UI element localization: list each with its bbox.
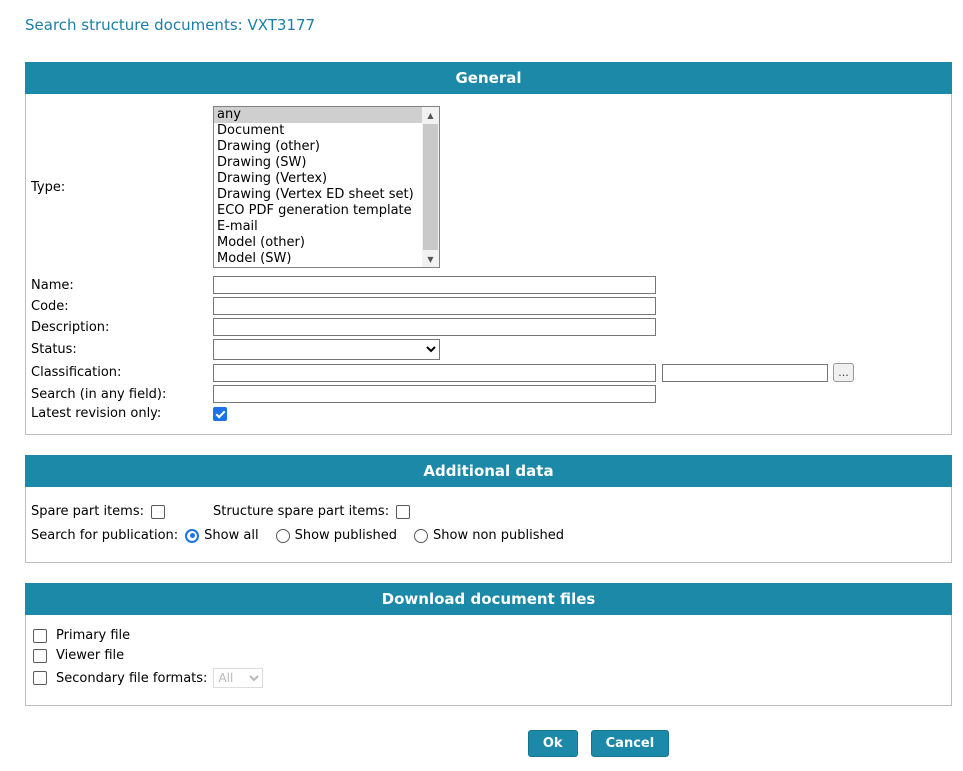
search-any-field-label: Search (in any field): [31, 387, 213, 402]
scrollbar-thumb[interactable] [423, 124, 438, 250]
latest-revision-label: Latest revision only: [31, 406, 213, 421]
type-listbox[interactable]: any Document Drawing (other) Drawing (SW… [213, 106, 440, 268]
download-files-section: Download document files Primary file Vie… [25, 583, 952, 706]
action-buttons: Ok Cancel [135, 730, 963, 757]
publication-option-show-published: Show published [269, 528, 397, 543]
primary-file-row: Primary file [33, 628, 951, 643]
type-option[interactable]: Drawing (SW) [214, 155, 422, 171]
primary-file-label: Primary file [56, 628, 130, 643]
classification-row: Classification: ... [31, 363, 951, 382]
structure-spare-part-label: Structure spare part items: [213, 504, 389, 519]
publication-option-show-all: Show all [178, 528, 258, 543]
general-section-body: Type: any Document Drawing (other) Drawi… [25, 94, 952, 435]
publication-radio-group: Show all Show published Show non publish… [178, 528, 574, 543]
code-row: Code: [31, 297, 951, 315]
publication-row: Search for publication: Show all Show pu… [31, 528, 951, 543]
secondary-formats-row: Secondary file formats: All [33, 668, 951, 688]
show-all-radio[interactable] [185, 529, 199, 543]
additional-data-section: Additional data Spare part items: Struct… [25, 455, 952, 563]
additional-data-section-header: Additional data [25, 455, 952, 487]
cancel-button[interactable]: Cancel [591, 730, 670, 757]
primary-file-checkbox[interactable] [33, 629, 47, 643]
general-section-header: General [25, 62, 952, 94]
code-label: Code: [31, 299, 213, 314]
type-option[interactable]: ECO PDF generation template [214, 203, 422, 219]
classification-label: Classification: [31, 365, 213, 380]
type-option[interactable]: Drawing (Vertex) [214, 171, 422, 187]
type-option[interactable]: Model (SW) [214, 251, 422, 267]
show-non-published-label: Show non published [433, 528, 564, 543]
structure-spare-part-checkbox[interactable] [396, 505, 410, 519]
type-option[interactable]: Drawing (Vertex ED sheet set) [214, 187, 422, 203]
download-files-section-body: Primary file Viewer file Secondary file … [25, 615, 952, 706]
status-row: Status: [31, 339, 951, 360]
viewer-file-row: Viewer file [33, 648, 951, 663]
type-row: Type: any Document Drawing (other) Drawi… [31, 106, 951, 268]
name-input[interactable] [213, 276, 656, 294]
spare-part-label: Spare part items: [31, 504, 144, 519]
classification-browse-button[interactable]: ... [833, 363, 854, 382]
secondary-formats-label: Secondary file formats: [56, 671, 207, 686]
description-input[interactable] [213, 318, 656, 336]
general-section: General Type: any Document Drawing (othe… [25, 62, 952, 435]
ok-button[interactable]: Ok [528, 730, 578, 757]
scroll-down-icon[interactable]: ▼ [422, 251, 439, 267]
latest-revision-row: Latest revision only: [31, 406, 951, 421]
additional-data-section-body: Spare part items: Structure spare part i… [25, 487, 952, 563]
search-any-field-input[interactable] [213, 385, 656, 403]
secondary-formats-checkbox[interactable] [33, 671, 47, 685]
download-files-section-header: Download document files [25, 583, 952, 615]
code-input[interactable] [213, 297, 656, 315]
name-row: Name: [31, 276, 951, 294]
classification-code-input[interactable] [662, 364, 828, 382]
name-label: Name: [31, 278, 213, 293]
type-option[interactable]: Model (other) [214, 235, 422, 251]
spare-part-checkbox[interactable] [151, 505, 165, 519]
type-listbox-options: any Document Drawing (other) Drawing (SW… [214, 107, 422, 267]
show-all-label: Show all [204, 528, 258, 543]
show-non-published-radio[interactable] [414, 529, 428, 543]
show-published-radio[interactable] [276, 529, 290, 543]
viewer-file-label: Viewer file [56, 648, 124, 663]
type-label: Type: [31, 180, 213, 195]
scroll-up-icon[interactable]: ▲ [422, 107, 439, 123]
type-option[interactable]: E-mail [214, 219, 422, 235]
type-option[interactable]: Document [214, 123, 422, 139]
publication-label: Search for publication: [31, 528, 178, 543]
search-any-field-row: Search (in any field): [31, 385, 951, 403]
viewer-file-checkbox[interactable] [33, 649, 47, 663]
show-published-label: Show published [295, 528, 397, 543]
spare-part-row: Spare part items: Structure spare part i… [31, 504, 951, 519]
description-label: Description: [31, 320, 213, 335]
publication-option-show-non-published: Show non published [407, 528, 564, 543]
listbox-scrollbar[interactable]: ▲ ▼ [422, 107, 439, 267]
page-title: Search structure documents: VXT3177 [25, 16, 952, 34]
status-select[interactable] [213, 339, 440, 360]
description-row: Description: [31, 318, 951, 336]
type-option[interactable]: Drawing (other) [214, 139, 422, 155]
type-option[interactable]: any [214, 107, 422, 123]
latest-revision-checkbox[interactable] [213, 407, 227, 421]
secondary-format-select: All [213, 668, 263, 688]
classification-input[interactable] [213, 364, 656, 382]
search-documents-page: Search structure documents: VXT3177 Gene… [25, 16, 952, 757]
status-label: Status: [31, 342, 213, 357]
